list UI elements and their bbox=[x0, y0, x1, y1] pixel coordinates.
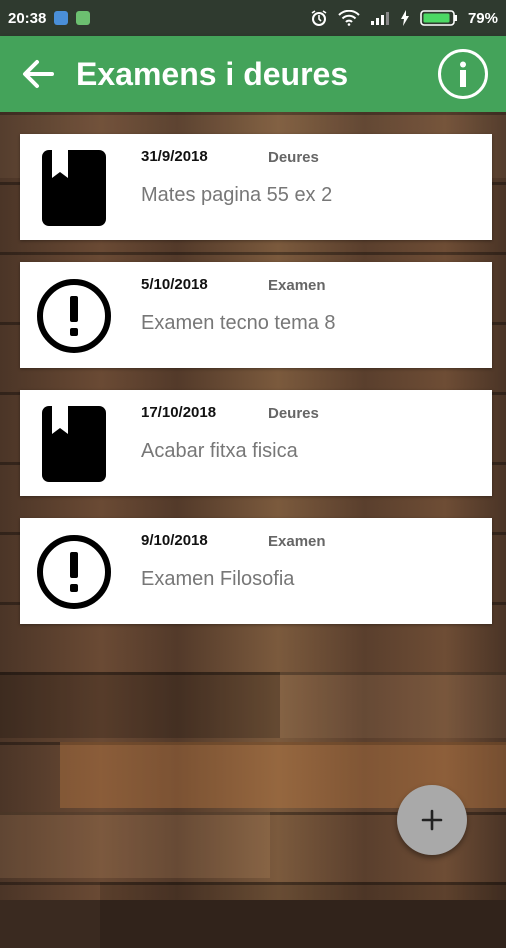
bookmark-book-icon bbox=[42, 150, 106, 226]
item-type: Examen bbox=[268, 277, 326, 294]
signal-icon bbox=[370, 12, 389, 25]
item-type: Deures bbox=[268, 149, 319, 166]
app-bar: Examens i deures bbox=[0, 36, 506, 112]
arrow-back-icon bbox=[23, 60, 54, 88]
battery-percent: 79% bbox=[467, 9, 498, 27]
charging-icon bbox=[400, 10, 409, 26]
page-title: Examens i deures bbox=[76, 55, 349, 92]
battery-icon bbox=[420, 10, 457, 26]
list-item[interactable]: 17/10/2018 Deures Acabar fitxa fisica bbox=[20, 390, 492, 496]
list-item[interactable]: 5/10/2018 Examen Examen tecno tema 8 bbox=[20, 262, 492, 368]
plus-icon bbox=[421, 809, 443, 831]
alert-circle-icon bbox=[37, 535, 111, 609]
app-notification-icon bbox=[76, 11, 91, 25]
item-type: Examen bbox=[268, 533, 326, 550]
item-type: Deures bbox=[268, 405, 319, 422]
alert-circle-icon bbox=[37, 279, 111, 353]
wifi-icon bbox=[338, 10, 360, 26]
item-text: Acabar fitxa fisica bbox=[141, 440, 298, 462]
bookmark-book-icon bbox=[42, 406, 106, 482]
status-bar: 20:38 79% bbox=[0, 0, 506, 36]
back-button[interactable] bbox=[18, 54, 58, 94]
item-text: Mates pagina 55 ex 2 bbox=[141, 184, 333, 206]
item-text: Examen tecno tema 8 bbox=[141, 312, 336, 334]
add-item-button[interactable] bbox=[397, 785, 467, 855]
item-date: 9/10/2018 bbox=[141, 532, 208, 549]
item-date: 17/10/2018 bbox=[141, 404, 217, 421]
alarm-icon bbox=[311, 10, 327, 26]
info-button[interactable] bbox=[438, 49, 488, 99]
shield-notification-icon bbox=[54, 11, 69, 25]
info-icon bbox=[460, 61, 466, 87]
item-date: 5/10/2018 bbox=[141, 276, 208, 293]
list-item[interactable]: 31/9/2018 Deures Mates pagina 55 ex 2 bbox=[20, 134, 492, 240]
item-date: 31/9/2018 bbox=[141, 148, 208, 165]
list-item[interactable]: 9/10/2018 Examen Examen Filosofia bbox=[20, 518, 492, 624]
status-time: 20:38 bbox=[8, 9, 47, 27]
item-text: Examen Filosofia bbox=[141, 568, 295, 590]
